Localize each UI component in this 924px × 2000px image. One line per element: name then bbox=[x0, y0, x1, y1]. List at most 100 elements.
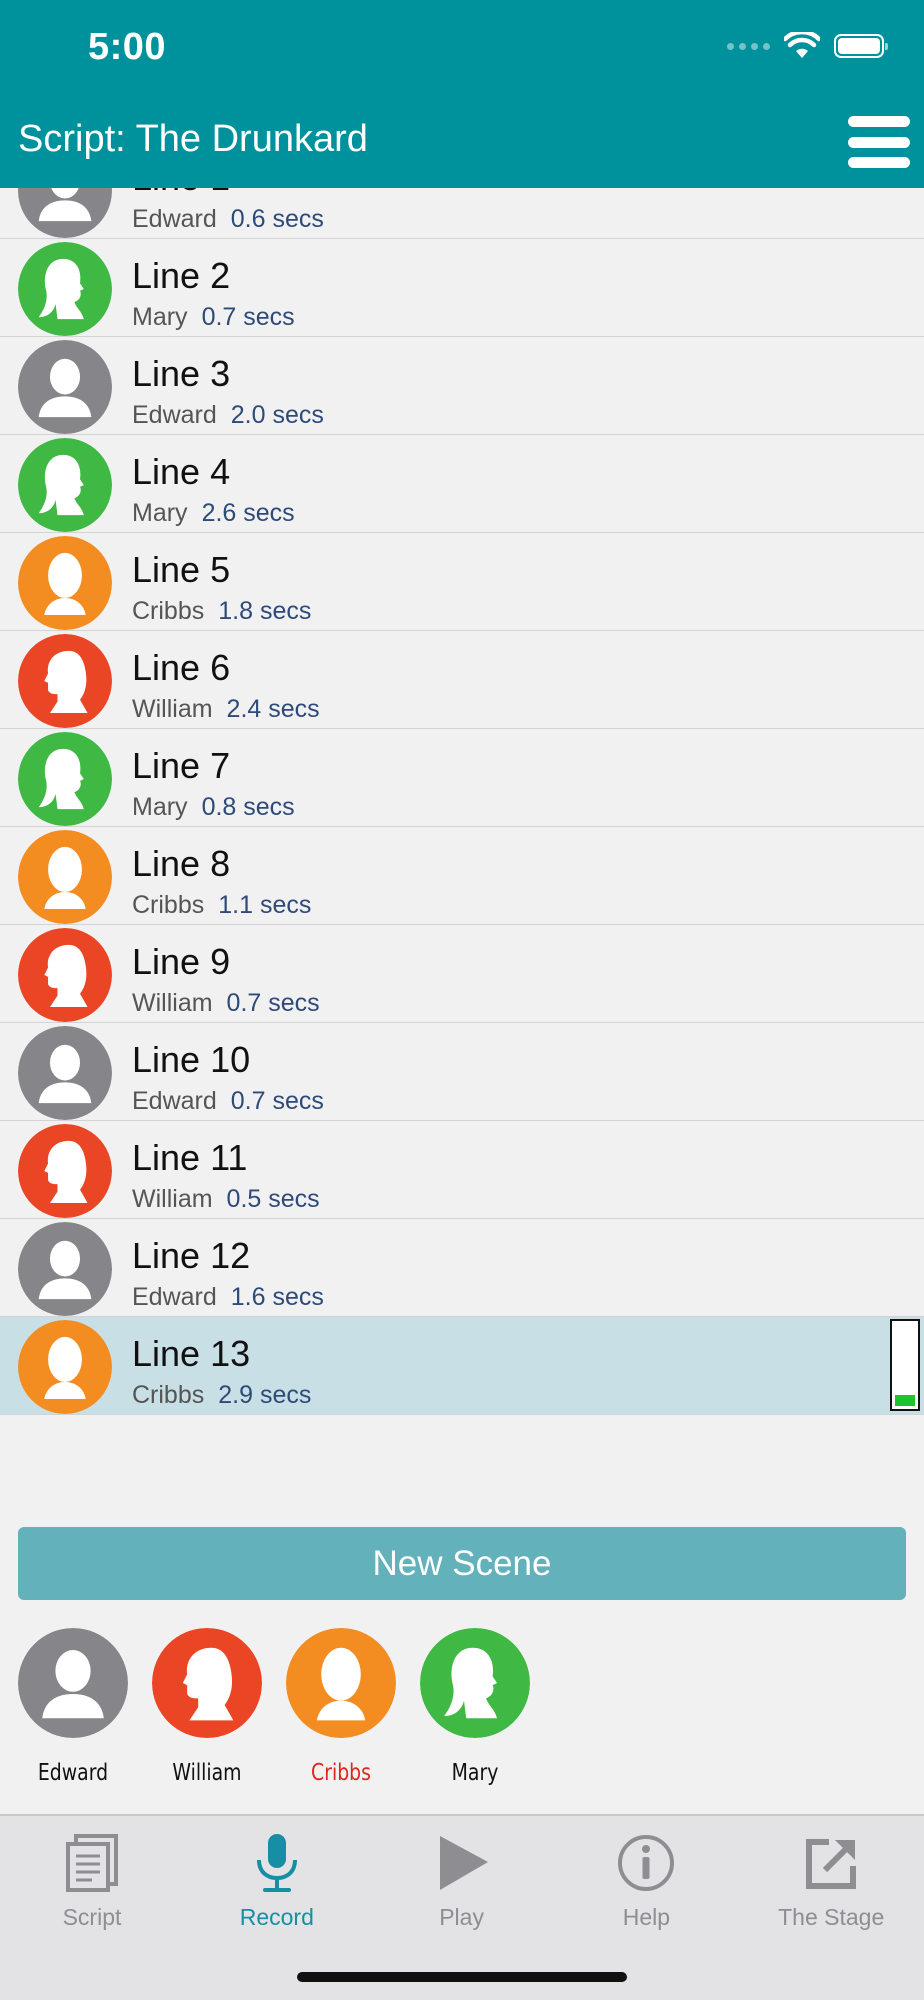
tab-label: Help bbox=[622, 1904, 671, 1930]
script-line-row[interactable]: Line 13 Cribbs 2.9 secs bbox=[0, 1317, 924, 1415]
status-icons bbox=[727, 32, 888, 60]
tab-label: Script bbox=[62, 1904, 122, 1930]
line-title: Line 6 bbox=[132, 647, 231, 688]
line-meta: Edward 0.7 secs bbox=[132, 1087, 324, 1116]
line-duration: 0.7 secs bbox=[201, 303, 295, 331]
line-duration: 0.7 secs bbox=[226, 989, 320, 1017]
line-title: Line 13 bbox=[132, 1333, 251, 1374]
line-title: Line 12 bbox=[132, 1235, 251, 1276]
tab-label: Record bbox=[239, 1904, 314, 1930]
script-line-row[interactable]: Line 6 William 2.4 secs bbox=[0, 631, 924, 729]
character-avatar-icon bbox=[420, 1628, 530, 1738]
character-avatar-icon bbox=[18, 438, 112, 532]
script-line-row[interactable]: Line 1 Edward 0.6 secs bbox=[0, 188, 924, 239]
line-title: Line 9 bbox=[132, 941, 231, 982]
script-line-row[interactable]: Line 8 Cribbs 1.1 secs bbox=[0, 827, 924, 925]
line-duration: 2.4 secs bbox=[226, 695, 320, 723]
line-meta: Edward 0.6 secs bbox=[132, 205, 324, 234]
character-avatar-icon bbox=[18, 1320, 112, 1414]
cast-member-name: William bbox=[172, 1760, 242, 1786]
line-character: Mary bbox=[132, 793, 188, 821]
line-character: William bbox=[132, 695, 213, 723]
cellular-signal-icon bbox=[727, 42, 770, 50]
tab-label: The Stage bbox=[778, 1904, 885, 1930]
new-scene-button[interactable]: New Scene bbox=[18, 1527, 906, 1600]
script-line-row[interactable]: Line 7 Mary 0.8 secs bbox=[0, 729, 924, 827]
line-character: Mary bbox=[132, 499, 188, 527]
line-character: Mary bbox=[132, 303, 188, 331]
character-avatar-icon bbox=[18, 732, 112, 826]
home-indicator[interactable] bbox=[297, 1972, 627, 1982]
character-avatar-icon bbox=[286, 1628, 396, 1738]
script-line-row[interactable]: Line 5 Cribbs 1.8 secs bbox=[0, 533, 924, 631]
line-duration: 0.7 secs bbox=[230, 1087, 324, 1115]
script-line-row[interactable]: Line 2 Mary 0.7 secs bbox=[0, 239, 924, 337]
cast-member-mary[interactable]: Mary bbox=[420, 1628, 530, 1786]
tab-the-stage[interactable]: The Stage bbox=[739, 1832, 923, 1931]
script-lines-list[interactable]: Line 1Edward0.6 secsLine 2Mary0.7 secsLi… bbox=[0, 188, 924, 1424]
tab-script[interactable]: Script bbox=[0, 1832, 184, 1931]
line-meta: Mary 0.7 secs bbox=[132, 303, 295, 332]
tab-play[interactable]: Play bbox=[370, 1832, 554, 1931]
tab-label: Play bbox=[439, 1904, 484, 1930]
line-title: Line 1 bbox=[132, 188, 230, 199]
line-character: Edward bbox=[132, 1283, 217, 1311]
line-meta: William 0.5 secs bbox=[132, 1185, 320, 1214]
character-avatar-icon bbox=[18, 1026, 112, 1120]
line-title: Line 4 bbox=[132, 451, 231, 492]
cast-member-name: Cribbs bbox=[311, 1760, 371, 1786]
cast-member-edward[interactable]: Edward bbox=[18, 1628, 128, 1786]
tab-record[interactable]: Record bbox=[185, 1832, 369, 1931]
character-avatar-icon bbox=[18, 928, 112, 1022]
line-meta: Cribbs 2.9 secs bbox=[132, 1381, 311, 1410]
share-external-icon bbox=[739, 1832, 923, 1894]
status-time: 5:00 bbox=[88, 26, 167, 68]
line-duration: 0.5 secs bbox=[226, 1185, 320, 1213]
line-character: Edward bbox=[132, 205, 217, 233]
cast-member-cribbs[interactable]: Cribbs bbox=[286, 1628, 396, 1786]
hamburger-menu-icon[interactable] bbox=[848, 116, 910, 168]
line-duration: 2.9 secs bbox=[218, 1381, 312, 1409]
line-title: Line 7 bbox=[132, 745, 231, 786]
character-avatar-icon bbox=[18, 340, 112, 434]
audio-level-meter bbox=[890, 1319, 920, 1411]
character-avatar-icon bbox=[18, 1222, 112, 1316]
line-character: William bbox=[132, 989, 213, 1017]
line-duration: 1.1 secs bbox=[218, 891, 312, 919]
line-character: Cribbs bbox=[132, 597, 205, 625]
character-avatar-icon bbox=[18, 536, 112, 630]
line-duration: 1.6 secs bbox=[230, 1283, 324, 1311]
line-duration: 0.6 secs bbox=[230, 205, 324, 233]
script-line-row[interactable]: Line 3 Edward 2.0 secs bbox=[0, 337, 924, 435]
app-header: 5:00 Script: The Drunkard bbox=[0, 0, 924, 188]
cast-member-name: Edward bbox=[37, 1760, 109, 1786]
script-line-row[interactable]: Line 12 Edward 1.6 secs bbox=[0, 1219, 924, 1317]
line-title: Line 5 bbox=[132, 549, 231, 590]
page-title: Script: The Drunkard bbox=[18, 118, 368, 160]
cast-member-name: Mary bbox=[451, 1760, 499, 1786]
play-icon bbox=[370, 1832, 554, 1894]
line-character: William bbox=[132, 1185, 213, 1213]
character-avatar-icon bbox=[18, 1628, 128, 1738]
script-line-row[interactable]: Line 4 Mary 2.6 secs bbox=[0, 435, 924, 533]
line-character: Cribbs bbox=[132, 1381, 205, 1409]
line-title: Line 3 bbox=[132, 353, 231, 394]
wifi-icon bbox=[784, 32, 820, 58]
line-meta: Cribbs 1.1 secs bbox=[132, 891, 311, 920]
script-line-row[interactable]: Line 9 William 0.7 secs bbox=[0, 925, 924, 1023]
character-avatar-icon bbox=[18, 1124, 112, 1218]
line-meta: Mary 0.8 secs bbox=[132, 793, 295, 822]
script-document-icon bbox=[0, 1832, 184, 1894]
line-meta: Cribbs 1.8 secs bbox=[132, 597, 311, 626]
character-avatar-icon bbox=[18, 634, 112, 728]
tab-help[interactable]: Help bbox=[554, 1832, 738, 1931]
cast-member-william[interactable]: William bbox=[152, 1628, 262, 1786]
line-meta: Edward 2.0 secs bbox=[132, 401, 324, 430]
line-character: Edward bbox=[132, 1087, 217, 1115]
line-meta: Mary 2.6 secs bbox=[132, 499, 295, 528]
line-duration: 2.6 secs bbox=[201, 499, 295, 527]
script-line-row[interactable]: Line 11 William 0.5 secs bbox=[0, 1121, 924, 1219]
script-line-row[interactable]: Line 10 Edward 0.7 secs bbox=[0, 1023, 924, 1121]
info-icon bbox=[554, 1832, 738, 1894]
line-title: Line 11 bbox=[132, 1137, 248, 1178]
